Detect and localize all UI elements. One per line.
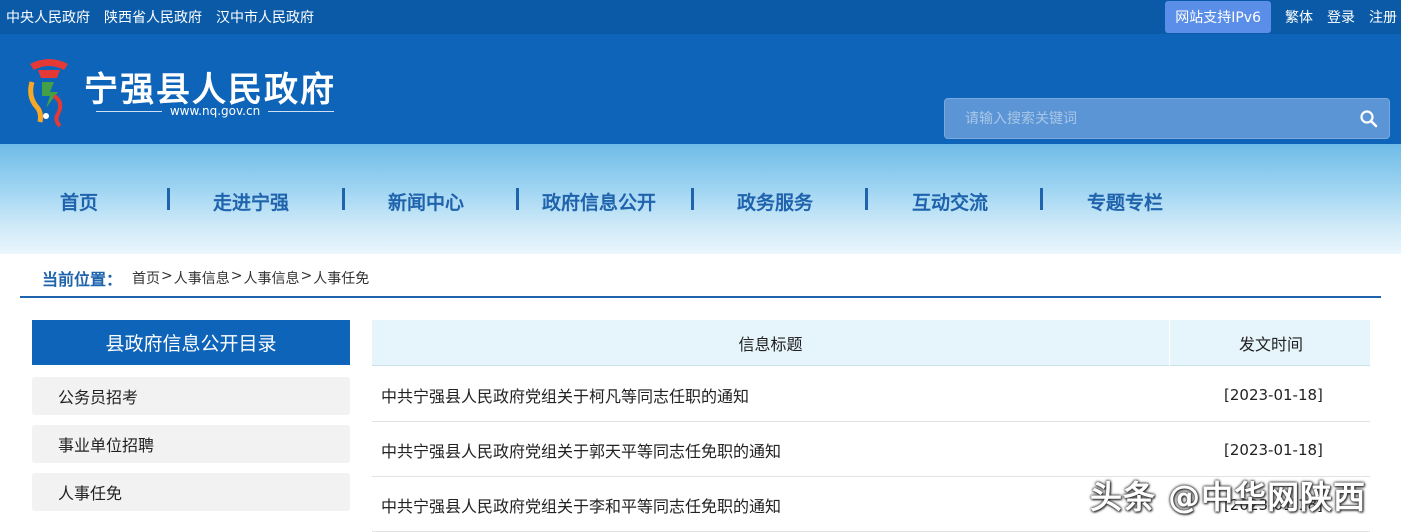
row-title-link[interactable]: 中共宁强县人民政府党组关于李和平等同志任免职的通知 (381, 477, 781, 532)
nav-interaction[interactable]: 互动交流 (912, 188, 988, 215)
breadcrumb-personnel-info[interactable]: 人事信息 (174, 268, 230, 288)
breadcrumb-separator: > (161, 268, 173, 284)
breadcrumb: 首页 > 人事信息 > 人事信息 > 人事任免 (132, 268, 369, 288)
nav-home[interactable]: 首页 (60, 188, 98, 215)
sidebar-item-civil-service-exam[interactable]: 公务员招考 (32, 377, 350, 415)
nav-divider (342, 188, 345, 210)
register-link[interactable]: 注册 (1369, 7, 1397, 27)
top-right-links: 网站支持IPv6 繁体 登录 注册 (1165, 0, 1397, 34)
top-bar: 中央人民政府 陕西省人民政府 汉中市人民政府 网站支持IPv6 繁体 登录 注册 (0, 0, 1401, 34)
site-url-text: www.nq.gov.cn (169, 104, 261, 118)
main-nav: 首页 走进宁强 新闻中心 政府信息公开 政务服务 互动交流 专题专栏 (0, 144, 1401, 254)
url-divider-right (268, 110, 334, 112)
row-date: [2023-01-18] (1224, 440, 1323, 459)
breadcrumb-divider (20, 296, 1381, 298)
nav-divider (865, 188, 868, 210)
sidebar-item-appointments[interactable]: 人事任免 (32, 473, 350, 511)
breadcrumb-label: 当前位置： (42, 270, 123, 289)
breadcrumb-separator: > (300, 268, 313, 284)
link-shaanxi-gov[interactable]: 陕西省人民政府 (104, 7, 202, 27)
search-box (944, 98, 1390, 139)
row-title-link[interactable]: 中共宁强县人民政府党组关于柯凡等同志任职的通知 (381, 367, 749, 422)
nav-divider (1040, 188, 1043, 210)
nav-gov-info-public[interactable]: 政府信息公开 (542, 188, 656, 215)
row-title-link[interactable]: 中共宁强县人民政府党组关于郭天平等同志任免职的通知 (381, 422, 781, 477)
breadcrumb-home[interactable]: 首页 (132, 268, 160, 288)
column-header-title: 信息标题 (372, 320, 1170, 366)
watermark: 头条 @中华网陕西 (1090, 478, 1367, 516)
search-input[interactable] (945, 99, 1345, 138)
column-header-date: 发文时间 (1238, 335, 1303, 354)
sidebar-title: 县政府信息公开目录 (32, 320, 350, 365)
url-divider-left (96, 110, 162, 112)
table-header: 信息标题 发文时间 (372, 320, 1370, 366)
breadcrumb-appointments[interactable]: 人事任免 (313, 268, 369, 288)
site-url: www.nq.gov.cn (96, 104, 334, 118)
nav-divider (167, 188, 170, 210)
ipv6-badge: 网站支持IPv6 (1165, 1, 1271, 33)
search-icon[interactable] (1359, 109, 1379, 129)
county-emblem-icon (28, 59, 68, 128)
nav-divider (691, 188, 694, 210)
nav-divider (516, 188, 519, 210)
link-hanzhong-gov[interactable]: 汉中市人民政府 (216, 7, 314, 27)
nav-gov-services[interactable]: 政务服务 (737, 188, 813, 215)
login-link[interactable]: 登录 (1327, 7, 1355, 27)
table-row: 中共宁强县人民政府党组关于柯凡等同志任职的通知 [2023-01-18] (372, 367, 1370, 422)
nav-news-center[interactable]: 新闻中心 (388, 188, 464, 215)
sidebar-item-institution-recruitment[interactable]: 事业单位招聘 (32, 425, 350, 463)
top-links: 中央人民政府 陕西省人民政府 汉中市人民政府 (6, 0, 314, 34)
breadcrumb-separator: > (230, 268, 243, 284)
breadcrumb-personnel-info-sub[interactable]: 人事信息 (243, 268, 299, 288)
table-row: 中共宁强县人民政府党组关于郭天平等同志任免职的通知 [2023-01-18] (372, 422, 1370, 477)
traditional-chinese-link[interactable]: 繁体 (1285, 7, 1313, 27)
site-header: 宁强县人民政府 www.nq.gov.cn (0, 34, 1401, 144)
nav-special-topics[interactable]: 专题专栏 (1087, 188, 1163, 215)
nav-about-ningqiang[interactable]: 走进宁强 (213, 188, 289, 215)
link-central-gov[interactable]: 中央人民政府 (6, 7, 90, 27)
row-date: [2023-01-18] (1224, 385, 1323, 404)
